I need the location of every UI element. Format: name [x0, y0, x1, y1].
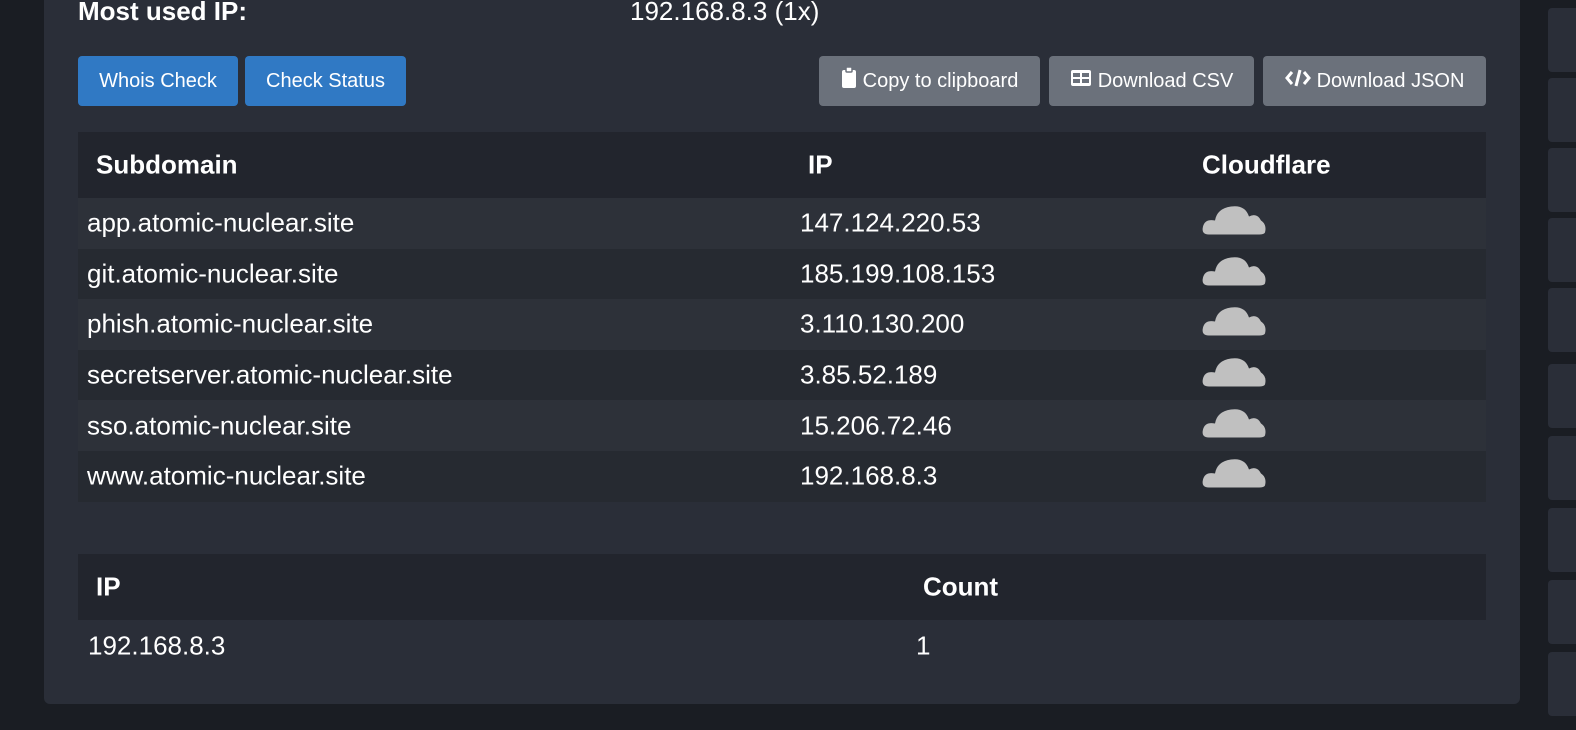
whois-check-button[interactable]: Whois Check [78, 56, 238, 106]
table-row: app.atomic-nuclear.site 147.124.220.53 [78, 198, 1486, 249]
subdomain-cell[interactable]: phish.atomic-nuclear.site [87, 309, 373, 340]
table-row: phish.atomic-nuclear.site 3.110.130.200 [78, 299, 1486, 350]
subdomain-cell[interactable]: app.atomic-nuclear.site [87, 208, 354, 239]
check-status-button[interactable]: Check Status [245, 56, 406, 106]
cloud-icon [1201, 253, 1267, 294]
ip-cell: 3.110.130.200 [800, 308, 965, 339]
subdomain-cell[interactable]: www.atomic-nuclear.site [87, 461, 366, 492]
table-row: www.atomic-nuclear.site 192.168.8.3 [78, 450, 1486, 502]
most-used-ip-value: 192.168.8.3 (1x) [630, 0, 820, 26]
side-panel-edge [1548, 8, 1576, 72]
side-panel-edge [1548, 78, 1576, 142]
subdomain-table-body: app.atomic-nuclear.site 147.124.220.53 g… [78, 198, 1486, 502]
copy-to-clipboard-label: Copy to clipboard [862, 69, 1019, 92]
ip-cell: 192.168.8.3 [800, 460, 938, 491]
subdomain-cell[interactable]: sso.atomic-nuclear.site [87, 410, 351, 441]
subdomain-table: Subdomain IP Cloudflare app.atomic-nucle… [78, 132, 1486, 502]
side-panel-edge [1548, 580, 1576, 644]
download-csv-button[interactable]: Download CSV [1049, 56, 1254, 106]
subdomain-cell[interactable]: secretserver.atomic-nuclear.site [87, 360, 453, 391]
side-panel-edge [1548, 508, 1576, 572]
copy-to-clipboard-button[interactable]: Copy to clipboard [819, 56, 1040, 106]
side-panel-edge [1548, 148, 1576, 212]
ip-count-table-header: IP Count [78, 554, 1486, 620]
header-subdomain: Subdomain [96, 149, 238, 180]
table-row: sso.atomic-nuclear.site 15.206.72.46 [78, 400, 1486, 451]
cloud-icon [1201, 405, 1267, 446]
cloud-icon [1201, 456, 1267, 497]
ip-cell: 3.85.52.189 [800, 359, 938, 390]
ip-cell: 185.199.108.153 [800, 258, 996, 289]
table-row: git.atomic-nuclear.site 185.199.108.153 [78, 248, 1486, 300]
download-json-button[interactable]: Download JSON [1263, 56, 1486, 106]
side-panel-edge [1548, 652, 1576, 716]
ip-cell: 147.124.220.53 [800, 207, 981, 238]
table-icon [1070, 69, 1098, 93]
subdomain-table-header: Subdomain IP Cloudflare [78, 132, 1486, 198]
check-status-label: Check Status [266, 69, 385, 92]
download-json-label: Download JSON [1316, 69, 1465, 92]
side-panel-edge [1548, 436, 1576, 500]
count-cell: 1 [916, 630, 931, 661]
cloud-icon [1201, 203, 1267, 244]
cloud-icon [1201, 355, 1267, 396]
side-panel-edge [1548, 218, 1576, 282]
header-count: Count [923, 571, 999, 602]
header-ip: IP [96, 571, 121, 602]
ip-count-table-body: 192.168.8.3 1 [78, 620, 1486, 672]
cloud-icon [1201, 304, 1267, 345]
clipboard-icon [841, 66, 863, 95]
header-cloudflare: Cloudflare [1202, 149, 1331, 180]
subdomain-cell[interactable]: git.atomic-nuclear.site [87, 258, 338, 289]
table-row: 192.168.8.3 1 [78, 620, 1486, 672]
most-used-ip-label: Most used IP: [78, 0, 248, 26]
ip-cell: 15.206.72.46 [800, 410, 952, 441]
whois-check-label: Whois Check [99, 69, 217, 92]
ip-cell: 192.168.8.3 [88, 630, 226, 661]
side-panel-edge [1548, 364, 1576, 428]
download-csv-label: Download CSV [1097, 69, 1234, 92]
code-icon [1284, 68, 1317, 94]
ip-count-table: IP Count 192.168.8.3 1 [78, 554, 1486, 672]
side-panel-edge [1548, 288, 1576, 352]
table-row: secretserver.atomic-nuclear.site 3.85.52… [78, 349, 1486, 401]
header-ip: IP [808, 149, 833, 180]
